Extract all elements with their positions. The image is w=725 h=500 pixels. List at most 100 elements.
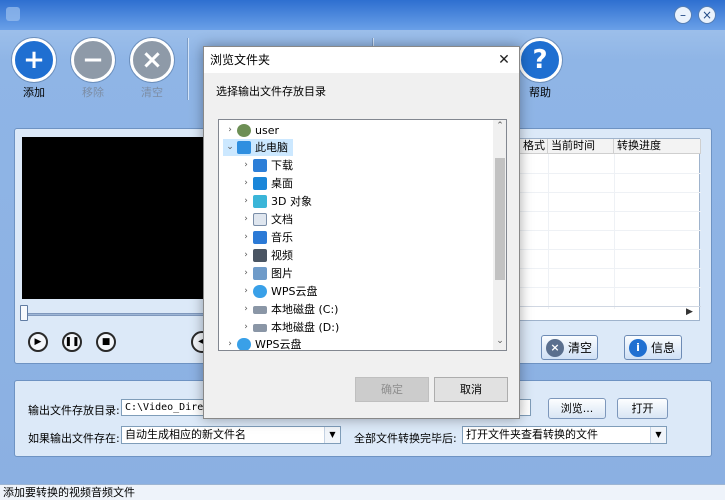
chevron-down-icon: ⌄ — [226, 142, 234, 152]
chevron-right-icon: › — [244, 196, 248, 206]
output-dir-label: 输出文件存放目录: — [28, 404, 120, 417]
tree-node-documents[interactable]: › 文档 — [239, 211, 293, 228]
grid-line — [520, 287, 701, 288]
file-list-table[interactable]: 格式 当前时间 转换进度 ▶ — [519, 138, 701, 321]
tree-node-desktop[interactable]: › 桌面 — [239, 175, 293, 192]
grid-line — [520, 173, 701, 174]
tree-node-label: 本地磁盘 (C:) — [271, 303, 339, 316]
tree-node-drive-d[interactable]: › 本地磁盘 (D:) — [239, 319, 339, 336]
seek-bar[interactable] — [22, 313, 212, 316]
dialog-close-button[interactable]: ✕ — [495, 51, 513, 69]
help-button[interactable]: ? 帮助 — [515, 38, 565, 100]
chevron-right-icon: › — [244, 232, 248, 242]
tree-node-videos[interactable]: › 视频 — [239, 247, 293, 264]
grid-line — [614, 154, 615, 309]
document-icon — [253, 213, 267, 226]
remove-button[interactable]: − 移除 — [68, 38, 118, 100]
h-scrollbar[interactable] — [520, 306, 701, 307]
tree-node-pictures[interactable]: › 图片 — [239, 265, 293, 282]
tree-node-label: 音乐 — [271, 231, 293, 244]
tree-node-drive-c[interactable]: › 本地磁盘 (C:) — [239, 301, 338, 318]
ok-button[interactable]: 确定 — [355, 377, 429, 402]
tree-node-label: 文档 — [271, 213, 293, 226]
add-label: 添加 — [23, 86, 45, 99]
column-header-current-time[interactable]: 当前时间 — [548, 139, 614, 154]
cloud-icon — [253, 285, 267, 298]
remove-label: 移除 — [82, 86, 104, 99]
grid-line — [520, 192, 701, 193]
chevron-right-icon: › — [244, 250, 248, 260]
seek-thumb[interactable] — [20, 305, 28, 321]
x-icon: × — [130, 38, 174, 82]
minus-icon: − — [71, 38, 115, 82]
file-exists-label: 如果输出文件存在: — [28, 432, 120, 445]
tree-node-label: 本地磁盘 (D:) — [271, 321, 340, 334]
clear-all-label: 清空 — [141, 86, 163, 99]
picture-icon — [253, 267, 267, 280]
info-button[interactable]: i 信息 — [624, 335, 682, 360]
cloud-icon — [237, 338, 251, 350]
download-icon — [253, 159, 267, 172]
tree-node-label: 视频 — [271, 249, 293, 262]
chevron-right-icon: › — [244, 322, 248, 332]
browse-button[interactable]: 浏览... — [548, 398, 606, 419]
tree-node-label: user — [255, 124, 279, 137]
folder-tree[interactable]: › user ⌄ 此电脑 › 下载 › 桌面 › 3D 对象 › 文档 › 音乐… — [218, 119, 507, 351]
minimize-button[interactable]: – — [674, 6, 692, 24]
tree-node-wps-cloud-root[interactable]: › WPS云盘 — [223, 336, 302, 351]
tree-node-label: WPS云盘 — [255, 338, 302, 351]
open-button[interactable]: 打开 — [617, 398, 668, 419]
column-header-progress[interactable]: 转换进度 — [614, 139, 701, 154]
file-exists-select[interactable]: 自动生成相应的新文件名 ▼ — [121, 426, 341, 444]
info-label: 信息 — [651, 341, 676, 355]
music-icon — [253, 231, 267, 244]
tree-scrollbar[interactable]: ⌃ ⌄ — [493, 120, 506, 350]
chevron-right-icon: › — [244, 304, 248, 314]
after-done-select[interactable]: 打开文件夹查看转换的文件 ▼ — [462, 426, 667, 444]
plus-icon: + — [12, 38, 56, 82]
chevron-right-icon: › — [228, 125, 232, 135]
browse-folder-dialog: 浏览文件夹 ✕ 选择输出文件存放目录 › user ⌄ 此电脑 › 下载 › 桌… — [203, 46, 520, 419]
info-icon: i — [629, 338, 647, 357]
clear-all-button[interactable]: × 清空 — [127, 38, 177, 100]
close-button[interactable]: × — [698, 6, 716, 24]
drive-icon — [253, 323, 267, 332]
chevron-right-icon: › — [228, 339, 232, 349]
scroll-up-icon[interactable]: ⌃ — [493, 121, 506, 131]
app-window: – × + 添加 − 移除 × 清空 ? 帮助 ▶ ❚❚ ■ ◀ 格式 当前时间… — [0, 0, 725, 500]
video-icon — [253, 249, 267, 262]
user-icon — [237, 124, 251, 137]
pause-icon: ❚❚ — [64, 337, 80, 347]
play-icon: ▶ — [34, 337, 42, 347]
chevron-right-icon: › — [244, 178, 248, 188]
tree-node-label: 3D 对象 — [271, 195, 312, 208]
tree-node-user[interactable]: › user — [223, 122, 279, 139]
scrollbar-thumb[interactable] — [495, 158, 505, 280]
pause-button[interactable]: ❚❚ — [62, 332, 82, 352]
dialog-prompt: 选择输出文件存放目录 — [216, 85, 326, 98]
video-preview — [22, 137, 212, 299]
dialog-title: 浏览文件夹 — [204, 47, 519, 73]
tree-node-music[interactable]: › 音乐 — [239, 229, 293, 246]
status-bar: 添加要转换的视频音频文件 — [0, 484, 725, 500]
toolbar-separator — [187, 38, 189, 100]
tree-node-label: 下载 — [271, 159, 293, 172]
cancel-button[interactable]: 取消 — [434, 377, 508, 402]
tree-node-3d-objects[interactable]: › 3D 对象 — [239, 193, 312, 210]
grid-line — [548, 154, 549, 309]
stop-button[interactable]: ■ — [96, 332, 116, 352]
help-label: 帮助 — [529, 86, 551, 99]
tree-node-this-pc[interactable]: ⌄ 此电脑 — [223, 139, 293, 156]
clear-list-button[interactable]: × 清空 — [541, 335, 598, 360]
play-button[interactable]: ▶ — [28, 332, 48, 352]
add-button[interactable]: + 添加 — [9, 38, 59, 100]
tree-node-downloads[interactable]: › 下载 — [239, 157, 293, 174]
drive-icon — [253, 305, 267, 314]
scroll-down-icon[interactable]: ⌄ — [493, 336, 506, 346]
scroll-right-icon[interactable]: ▶ — [686, 307, 693, 317]
tree-node-wps-cloud[interactable]: › WPS云盘 — [239, 283, 318, 300]
chevron-down-icon: ▼ — [650, 427, 666, 443]
column-header-format[interactable]: 格式 — [520, 139, 548, 154]
help-icon: ? — [518, 38, 562, 82]
file-exists-value: 自动生成相应的新文件名 — [125, 428, 246, 441]
